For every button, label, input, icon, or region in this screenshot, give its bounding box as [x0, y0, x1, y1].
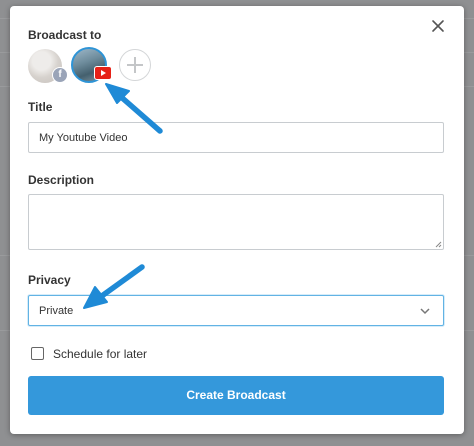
description-textarea[interactable]	[28, 194, 444, 250]
title-label: Title	[28, 100, 53, 114]
description-label: Description	[28, 173, 95, 187]
close-icon[interactable]	[430, 18, 446, 34]
schedule-label: Schedule for later	[53, 347, 148, 361]
schedule-checkbox[interactable]	[31, 347, 44, 360]
privacy-label: Privacy	[28, 273, 71, 287]
resize-handle-icon[interactable]	[435, 241, 442, 248]
privacy-selected-value: Private	[39, 305, 74, 317]
add-account-button[interactable]	[119, 49, 151, 81]
privacy-select[interactable]: Private	[28, 295, 444, 326]
broadcast-to-label: Broadcast to	[28, 28, 102, 42]
youtube-icon	[94, 66, 112, 80]
title-input[interactable]	[28, 122, 444, 153]
facebook-icon: f	[52, 67, 68, 83]
create-broadcast-button[interactable]: Create Broadcast	[28, 376, 444, 415]
chevron-down-icon	[420, 308, 430, 315]
